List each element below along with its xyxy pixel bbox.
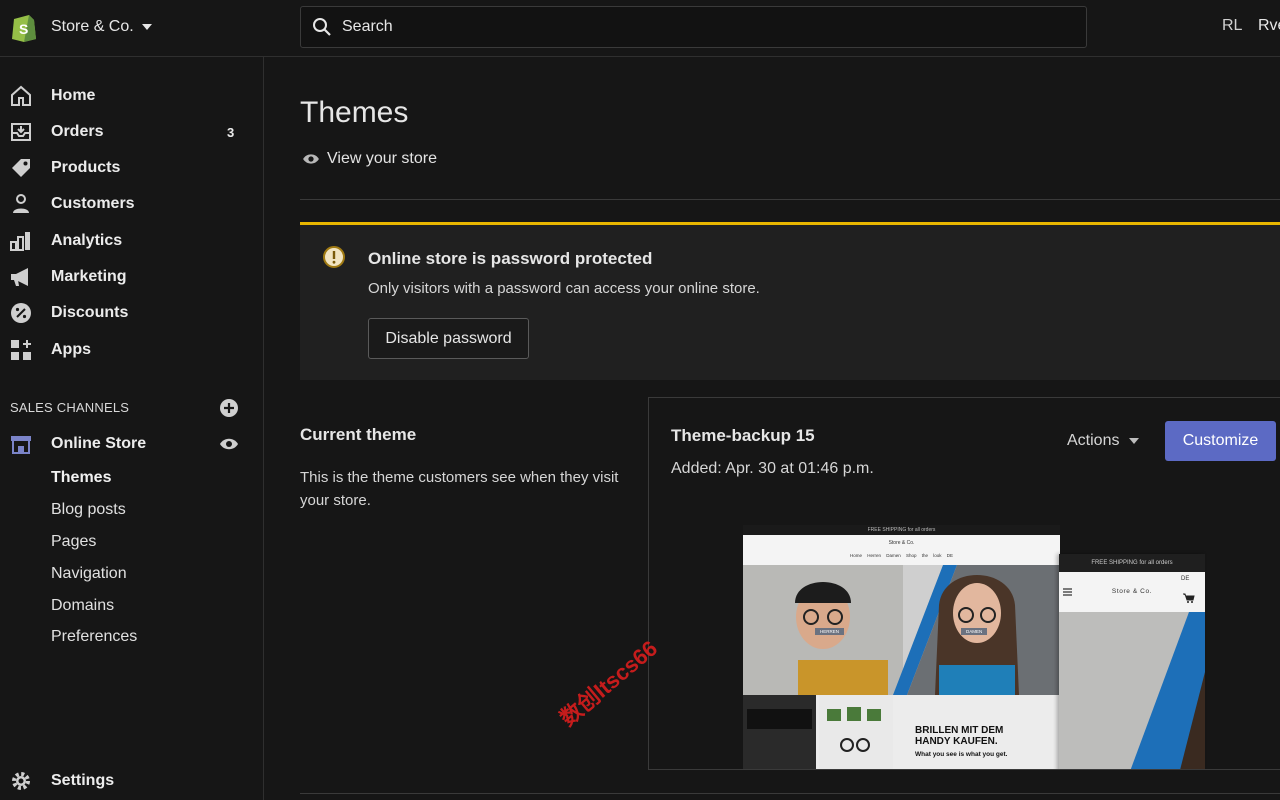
preview-subline: What you see is what you get. (915, 751, 1008, 758)
shopify-logo-icon: S (10, 12, 38, 42)
sidebar-item-orders[interactable]: Orders 3 (0, 114, 263, 150)
divider (300, 793, 1280, 794)
eye-icon[interactable] (219, 436, 239, 452)
sidebar-item-discounts[interactable]: Discounts (0, 295, 263, 331)
sidebar-item-customers[interactable]: Customers (0, 186, 263, 222)
chevron-down-icon (1129, 438, 1140, 444)
sidebar-item-label: Online Store (51, 435, 147, 452)
sidebar-item-label: Analytics (51, 232, 123, 249)
sidebar-item-online-store[interactable]: Online Store (0, 426, 263, 462)
sidebar-subitem-pages[interactable]: Pages (51, 533, 96, 551)
store-name: Store & Co. (51, 18, 134, 35)
tag-icon (12, 159, 30, 177)
home-icon (11, 85, 31, 106)
banner-title: Online store is password protected (368, 249, 653, 268)
sidebar: Home Orders 3 Products Customers Analyti… (0, 57, 264, 800)
sidebar-item-label: Discounts (51, 304, 129, 321)
preview-mobile-language: DE (1181, 576, 1190, 582)
sidebar-subitem-blog-posts[interactable]: Blog posts (51, 501, 126, 519)
customize-button[interactable]: Customize (1165, 421, 1276, 461)
theme-name: Theme-backup 15 (671, 426, 815, 445)
sidebar-item-apps[interactable]: Apps (0, 332, 263, 368)
sidebar-item-label: Products (51, 159, 121, 176)
view-store-label: View your store (327, 150, 437, 167)
svg-text:S: S (19, 21, 28, 37)
divider (300, 199, 1280, 200)
search-icon (313, 18, 331, 36)
theme-preview-desktop[interactable]: FREE SHIPPING for all orders Store & Co.… (743, 525, 1060, 769)
eye-icon (303, 154, 319, 164)
sidebar-item-label: Apps (51, 341, 91, 358)
preview-store-name: Store & Co. (888, 540, 915, 546)
sidebar-item-label: Customers (51, 195, 135, 212)
sidebar-subitem-themes[interactable]: Themes (51, 469, 111, 487)
user-name[interactable]: Rve (1258, 17, 1280, 35)
preview-product-images (743, 695, 893, 769)
top-bar: S Store & Co. RL Rve (0, 0, 1280, 57)
orders-count-badge: 3 (227, 124, 235, 140)
current-theme-card: Theme-backup 15 Added: Apr. 30 at 01:46 … (648, 397, 1280, 770)
preview-menu: Home Herren Damen Shop the look DE (849, 553, 954, 558)
sidebar-item-label: Marketing (51, 268, 127, 285)
actions-dropdown[interactable]: Actions (1067, 432, 1140, 450)
banner-text: Only visitors with a password can access… (368, 280, 760, 297)
preview-header: Store & Co. Home Herren Damen Shop the l… (743, 535, 1060, 565)
sidebar-item-analytics[interactable]: Analytics (0, 223, 263, 259)
sidebar-subitem-domains[interactable]: Domains (51, 597, 114, 615)
current-theme-heading: Current theme (300, 425, 417, 444)
sidebar-item-settings[interactable]: Settings (0, 763, 263, 799)
store-switcher[interactable]: S Store & Co. (10, 11, 152, 43)
hero-left-label: HERREN (815, 628, 845, 635)
page-title: Themes (300, 96, 409, 129)
preview-shipping-banner: FREE SHIPPING for all orders (743, 525, 1060, 535)
sidebar-item-products[interactable]: Products (0, 150, 263, 186)
bar-chart-icon (10, 232, 30, 251)
sidebar-subitem-navigation[interactable]: Navigation (51, 565, 127, 583)
preview-headline: BRILLEN MIT DEM HANDY KAUFEN. (915, 725, 1004, 747)
warning-icon (323, 246, 345, 268)
hero-right-label: DAMEN (961, 628, 988, 635)
megaphone-icon (11, 268, 28, 286)
apps-icon (11, 340, 31, 360)
view-store-link[interactable]: View your store (302, 150, 437, 168)
sales-channels-title: SALES CHANNELS (10, 400, 130, 415)
orders-icon (11, 123, 31, 141)
sidebar-item-label: Settings (51, 772, 115, 789)
sidebar-subitem-preferences[interactable]: Preferences (51, 628, 137, 646)
sidebar-item-home[interactable]: Home (0, 78, 263, 114)
cart-icon (1183, 593, 1195, 603)
gear-icon (12, 772, 30, 790)
sidebar-item-marketing[interactable]: Marketing (0, 259, 263, 295)
actions-label: Actions (1067, 432, 1120, 449)
preview-hero-image (743, 565, 1060, 695)
chevron-down-icon (141, 24, 152, 30)
discount-icon (11, 303, 31, 323)
theme-preview-mobile[interactable]: FREE SHIPPING for all orders DE Store & … (1059, 554, 1205, 769)
theme-added-date: Added: Apr. 30 at 01:46 p.m. (671, 460, 874, 477)
search-input[interactable] (342, 18, 1042, 36)
user-initials-avatar[interactable]: RL (1222, 17, 1242, 35)
storefront-icon (11, 436, 31, 454)
preview-mobile-banner: FREE SHIPPING for all orders (1059, 554, 1205, 572)
sidebar-item-label: Home (51, 87, 96, 104)
current-theme-description: This is the theme customers see when the… (300, 469, 619, 509)
preview-mobile-hero-image (1059, 612, 1205, 769)
disable-password-button[interactable]: Disable password (368, 318, 529, 359)
watermark-text: 数创Itscs66 (555, 635, 663, 731)
add-sales-channel-icon[interactable] (219, 398, 239, 418)
sidebar-item-label: Orders (51, 123, 104, 140)
preview-bottom-section: BRILLEN MIT DEM HANDY KAUFEN. What you s… (743, 695, 1060, 769)
search-bar[interactable] (300, 6, 1087, 48)
person-icon (13, 194, 29, 213)
password-warning-banner: Online store is password protected Only … (300, 222, 1280, 380)
